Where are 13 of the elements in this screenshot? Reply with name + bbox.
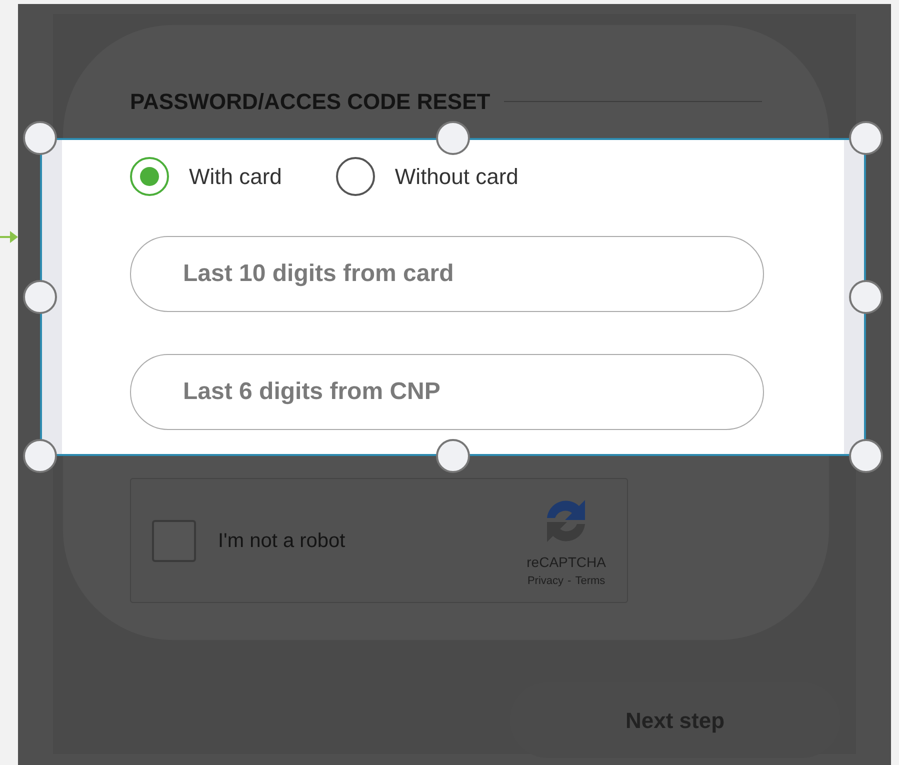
radio-button[interactable] <box>336 157 375 196</box>
radio-label: With card <box>189 163 282 191</box>
text-field[interactable]: Last 10 digits from card <box>130 236 764 312</box>
resize-handle[interactable] <box>849 280 883 314</box>
form-title: PASSWORD/ACCES CODE RESET <box>130 88 490 116</box>
arrow-icon <box>0 229 18 245</box>
captcha-label: I'm not a robot <box>218 528 346 554</box>
radio-button[interactable] <box>130 157 169 196</box>
text-field[interactable]: Last 6 digits from CNP <box>130 354 764 430</box>
link-separator: - <box>568 574 572 589</box>
resize-handle[interactable] <box>23 280 57 314</box>
captcha-checkbox[interactable] <box>152 520 196 562</box>
radio-label: Without card <box>394 163 518 191</box>
